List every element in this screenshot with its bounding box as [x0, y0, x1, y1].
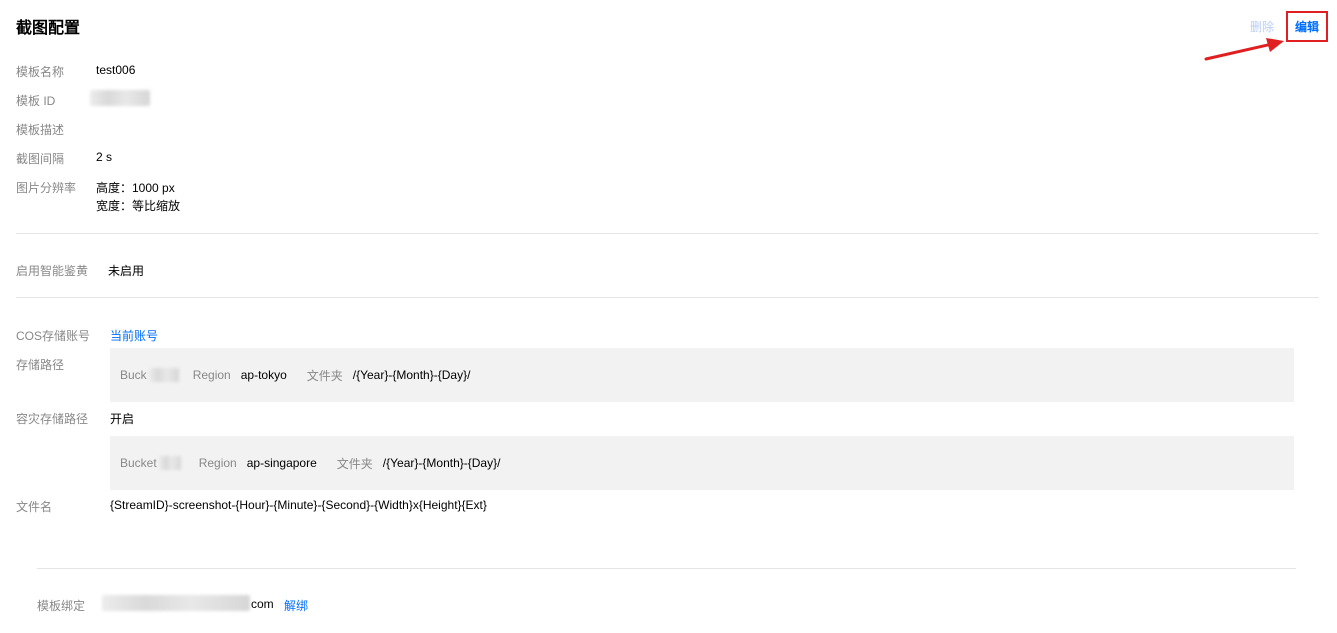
dr-storage-path-box: Bucket Region ap-singapore 文件夹 /{Year}-{…	[110, 436, 1294, 490]
region-label: Region	[192, 368, 231, 382]
bound-domain-suffix: com	[251, 597, 274, 611]
resolution-height-value: 高度：1000 px	[96, 181, 175, 195]
unbind-link[interactable]: 解绑	[284, 597, 308, 614]
porn-detect-value: 未启用	[108, 264, 145, 278]
region-value: ap-tokyo	[240, 368, 287, 382]
dr-folder-value: /{Year}-{Month}-{Day}/	[382, 456, 501, 470]
folder-value: /{Year}-{Month}-{Day}/	[352, 368, 471, 382]
folder-label: 文件夹	[306, 368, 343, 383]
dr-region-label: Region	[198, 456, 237, 470]
dr-bucket-value-redacted	[158, 456, 181, 470]
filename-label: 文件名	[16, 500, 53, 514]
dr-region-value: ap-singapore	[246, 456, 317, 470]
template-id-label: 模板 ID	[16, 94, 56, 108]
storage-path-box: Buck Region ap-tokyo 文件夹 /{Year}-{Month}…	[110, 348, 1294, 402]
template-name-value: test006	[96, 63, 136, 77]
resolution-label: 图片分辨率	[16, 181, 77, 195]
divider	[37, 568, 1296, 569]
template-desc-label: 模板描述	[16, 123, 65, 137]
delete-button[interactable]: 删除	[1250, 18, 1274, 35]
binding-label: 模板绑定	[37, 599, 86, 613]
dr-storage-value: 开启	[110, 412, 135, 426]
dr-folder-label: 文件夹	[336, 456, 373, 471]
interval-label: 截图间隔	[16, 152, 65, 166]
page-title: 截图配置	[16, 20, 81, 37]
bucket-value-redacted	[148, 368, 179, 382]
filename-value: {StreamID}-screenshot-{Hour}-{Minute}-{S…	[110, 498, 487, 512]
annotation-arrow-icon	[1204, 38, 1284, 61]
resolution-width-value: 宽度：等比缩放	[96, 199, 181, 213]
storage-path-label: 存储路径	[16, 358, 65, 372]
cos-account-link[interactable]: 当前账号	[110, 327, 158, 344]
dr-bucket-label: Bucket	[120, 456, 157, 470]
template-name-label: 模板名称	[16, 65, 65, 79]
interval-value: 2 s	[96, 150, 113, 164]
cos-account-label: COS存储账号	[16, 329, 91, 343]
porn-detect-label: 启用智能鉴黄	[16, 264, 89, 278]
bound-domain-redacted	[102, 595, 250, 611]
edit-button[interactable]: 编辑	[1286, 11, 1329, 42]
divider	[16, 233, 1319, 234]
template-id-value-redacted	[90, 90, 150, 106]
dr-storage-label: 容灾存储路径	[16, 412, 89, 426]
bucket-label: Buck	[120, 368, 147, 382]
divider	[16, 297, 1319, 298]
